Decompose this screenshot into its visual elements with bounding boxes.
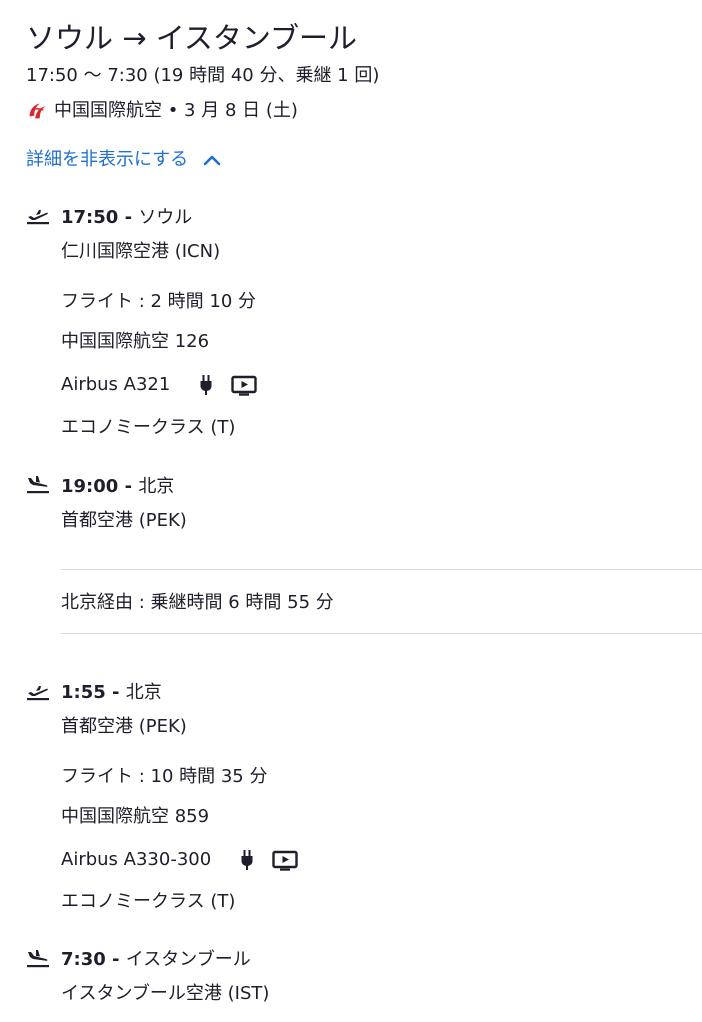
hide-details-toggle[interactable]: 詳細を非表示にする	[26, 147, 222, 173]
leg2-departure-sep: -	[105, 682, 126, 703]
layover-divider-top	[61, 569, 702, 570]
leg1-arrival-city: 北京	[138, 476, 175, 497]
leg2-arrival-time: 7:30	[61, 949, 106, 970]
airline-summary: 中国国際航空 • 3 月 8 日 (土)	[26, 98, 298, 124]
leg1-departure-line: 17:50 - ソウル	[61, 205, 192, 231]
leg1-arrival-sep: -	[118, 476, 139, 497]
leg2-arrival-city: イスタンブール	[125, 949, 251, 970]
leg2-departure-time: 1:55	[61, 682, 106, 703]
leg2-departure-line: 1:55 - 北京	[61, 680, 162, 706]
chevron-up-icon[interactable]	[202, 153, 222, 167]
leg2-departure-city: 北京	[125, 682, 162, 703]
leg1-arrival-airport: 首都空港 (PEK)	[61, 510, 187, 531]
leg1-aircraft: Airbus A321	[61, 374, 171, 395]
hide-details-label[interactable]: 詳細を非表示にする	[26, 147, 188, 173]
plane-takeoff-icon	[27, 210, 49, 225]
page-title: ソウル → イスタンブール	[26, 21, 357, 55]
leg2-arrival-sep: -	[105, 949, 126, 970]
leg2-aircraft: Airbus A330-300	[61, 849, 212, 870]
leg1-departure-city: ソウル	[138, 207, 193, 228]
leg1-flight-number: 中国国際航空 126	[61, 331, 210, 352]
power-plug-icon	[241, 850, 253, 870]
leg2-departure-airport: 首都空港 (PEK)	[61, 716, 187, 737]
leg1-aircraft-row: Airbus A321	[61, 372, 258, 398]
leg1-departure-sep: -	[118, 207, 139, 228]
leg1-arrival-time: 19:00	[61, 476, 119, 497]
plane-landing-icon	[27, 950, 49, 968]
leg1-departure-airport: 仁川国際空港 (ICN)	[61, 241, 221, 262]
leg1-arrival-line: 19:00 - 北京	[61, 474, 174, 500]
airline-summary-text: 中国国際航空 • 3 月 8 日 (土)	[54, 100, 298, 121]
plane-takeoff-icon	[27, 686, 49, 701]
leg1-duration: フライト : 2 時間 10 分	[61, 291, 257, 312]
leg2-cabin-class: エコノミークラス (T)	[61, 891, 236, 912]
leg2-aircraft-row: Airbus A330-300	[61, 847, 299, 873]
trip-time-summary: 17:50 〜 7:30 (19 時間 40 分、乗継 1 回)	[26, 65, 380, 86]
power-plug-icon	[200, 375, 212, 395]
layover-divider-bottom	[61, 633, 702, 634]
plane-landing-icon	[27, 476, 49, 494]
leg2-duration: フライト : 10 時間 35 分	[61, 766, 268, 787]
video-screen-icon	[272, 850, 298, 871]
leg1-cabin-class: エコノミークラス (T)	[61, 417, 236, 438]
air-china-logo	[29, 103, 46, 119]
video-screen-icon	[231, 375, 258, 396]
leg2-arrival-airport: イスタンブール空港 (IST)	[61, 983, 270, 1004]
layover-info: 北京経由 : 乗継時間 6 時間 55 分	[61, 592, 334, 613]
leg2-arrival-line: 7:30 - イスタンブール	[61, 947, 251, 973]
leg2-flight-number: 中国国際航空 859	[61, 806, 210, 827]
leg1-departure-time: 17:50	[61, 207, 119, 228]
